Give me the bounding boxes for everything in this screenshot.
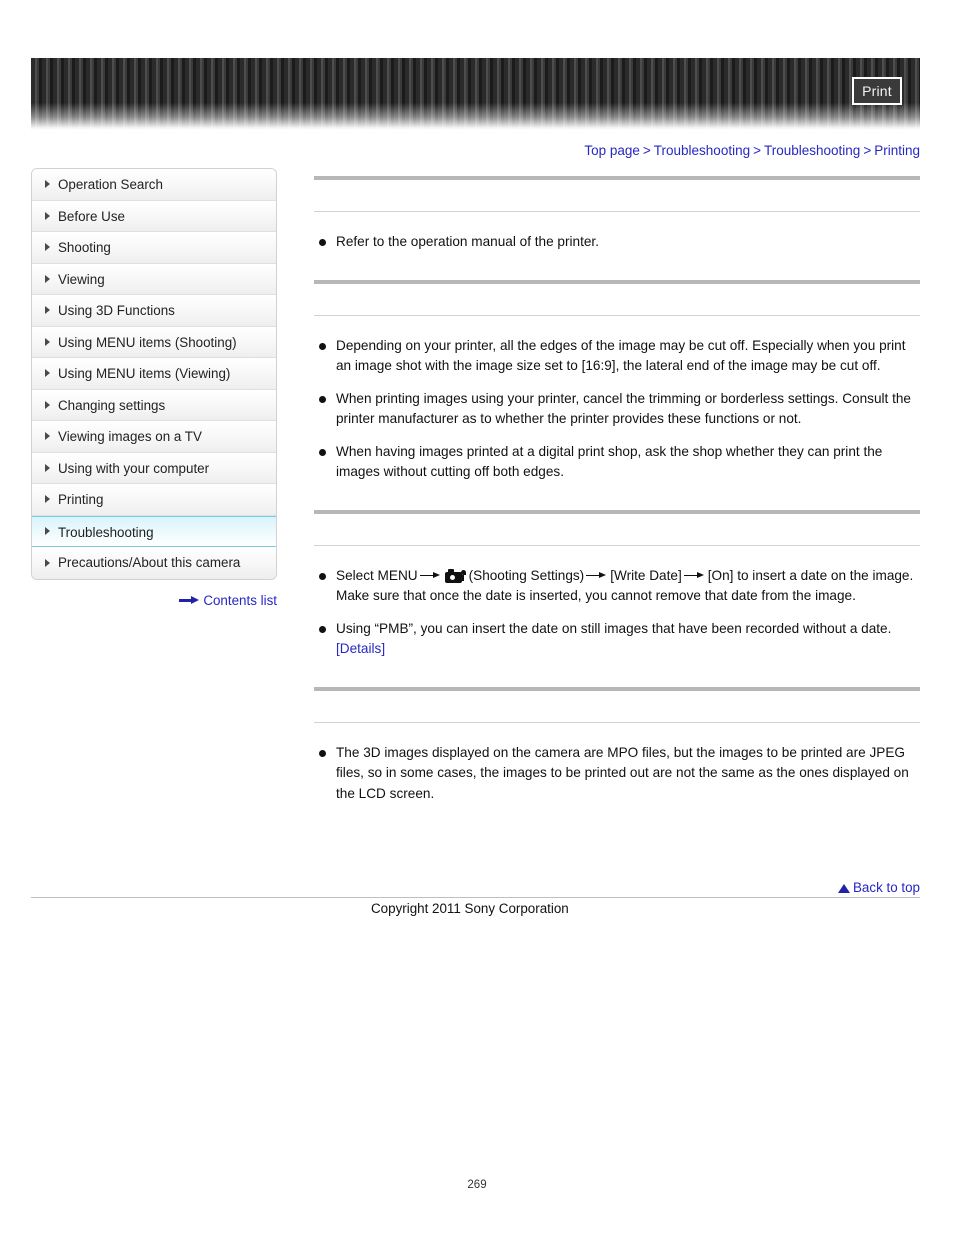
sidebar-item-using-menu-items-viewing[interactable]: Using MENU items (Viewing) <box>32 358 276 390</box>
copyright-text: Copyright 2011 Sony Corporation <box>371 901 569 916</box>
triangle-right-icon <box>45 180 50 189</box>
triangle-right-icon <box>45 243 50 252</box>
bullet-list-1: Refer to the operation manual of the pri… <box>314 232 920 253</box>
triangle-right-icon <box>45 558 50 567</box>
section-heading-1 <box>314 180 920 211</box>
sidebar-item-precautions-about-this-camera[interactable]: Precautions/About this camera <box>32 547 276 579</box>
triangle-right-icon <box>45 495 50 504</box>
footer-divider <box>31 897 920 898</box>
page-number: 269 <box>467 1179 487 1191</box>
triangle-right-icon <box>45 337 50 346</box>
arrow-right-icon <box>586 571 608 581</box>
menu-step-write-date: [Write Date] <box>610 567 682 583</box>
triangle-right-icon <box>45 400 50 409</box>
sidebar-item-using-with-your-computer[interactable]: Using with your computer <box>32 452 276 484</box>
arrow-right-icon <box>419 571 442 581</box>
print-button[interactable]: Print <box>852 77 902 105</box>
menu-step-prefix: Select MENU <box>336 567 418 583</box>
sidebar-item-label: Using MENU items (Viewing) <box>58 366 231 381</box>
contents-list-link[interactable]: Contents list <box>31 593 277 608</box>
list-item: Select MENU (Shooting Settings) [Write Dat… <box>314 566 920 607</box>
sidebar-item-label: Troubleshooting <box>58 524 154 540</box>
list-item: When having images printed at a digital … <box>314 442 920 483</box>
list-item: Depending on your printer, all the edges… <box>314 336 920 377</box>
sidebar-item-changing-settings[interactable]: Changing settings <box>32 389 276 421</box>
breadcrumb-separator: > <box>642 143 651 158</box>
list-item: The 3D images displayed on the camera ar… <box>314 743 920 805</box>
sidebar-item-label: Using MENU items (Shooting) <box>58 334 237 350</box>
triangle-up-icon <box>838 884 850 893</box>
triangle-right-icon <box>45 463 50 472</box>
back-to-top-label: Back to top <box>853 880 920 895</box>
list-item: When printing images using your printer,… <box>314 389 920 430</box>
section-heading-4 <box>314 691 920 722</box>
camera-shooting-settings-icon <box>444 568 467 583</box>
breadcrumb-separator: > <box>753 143 761 158</box>
breadcrumb: Top page > Troubleshooting > Troubleshooting… <box>584 143 920 158</box>
contents-list-label: Contents list <box>203 593 277 608</box>
menu-step-label: (Shooting Settings) <box>468 567 585 583</box>
sidebar-item-using-3d-functions[interactable]: Using 3D Functions <box>32 295 276 327</box>
sidebar-item-viewing-images-on-a-tv[interactable]: Viewing images on a TV <box>32 421 276 453</box>
arrow-right-icon <box>683 571 706 581</box>
sidebar-item-using-menu-items-shooting[interactable]: Using MENU items (Shooting) <box>32 326 276 358</box>
main-content: Refer to the operation manual of the pri… <box>314 176 920 804</box>
bullet-list-3: Select MENU (Shooting Settings) [Write Dat… <box>314 566 920 660</box>
sidebar-item-label: Using 3D Functions <box>58 303 175 318</box>
sidebar-item-shooting[interactable]: Shooting <box>32 232 276 264</box>
back-to-top-link[interactable]: Back to top <box>838 880 920 895</box>
sidebar-item-label: Using with your computer <box>58 460 210 476</box>
breadcrumb-item-troubleshooting-2[interactable]: Troubleshooting <box>764 143 860 158</box>
bullet-list-4: The 3D images displayed on the camera ar… <box>314 743 920 805</box>
sidebar-item-label: Viewing <box>58 271 105 287</box>
sidebar-item-printing[interactable]: Printing <box>32 484 276 516</box>
breadcrumb-separator: > <box>863 143 872 158</box>
sidebar-item-label: Precautions/About this camera <box>58 555 241 570</box>
triangle-right-icon <box>45 432 50 441</box>
sidebar-nav: Operation Search Before Use Shooting Vie… <box>31 168 277 580</box>
section-heading-2 <box>314 284 920 315</box>
triangle-right-icon <box>45 369 50 378</box>
arrow-right-icon <box>179 596 200 604</box>
triangle-right-icon <box>45 306 50 315</box>
triangle-right-icon <box>45 211 50 220</box>
bullet-list-2: Depending on your printer, all the edges… <box>314 336 920 483</box>
list-item: Using “PMB”, you can insert the date on … <box>314 619 920 660</box>
sidebar-item-label: Before Use <box>58 208 125 224</box>
sidebar-item-viewing[interactable]: Viewing <box>32 263 276 295</box>
sidebar-item-label: Shooting <box>58 240 111 255</box>
breadcrumb-item-troubleshooting-1[interactable]: Troubleshooting <box>654 143 750 158</box>
sidebar-item-label: Printing <box>58 492 104 507</box>
section-heading-3 <box>314 514 920 545</box>
sidebar-item-label: Operation Search <box>58 177 163 192</box>
sidebar-item-before-use[interactable]: Before Use <box>32 200 276 232</box>
details-link[interactable]: [Details] <box>336 641 385 656</box>
triangle-right-icon <box>45 527 50 536</box>
sidebar-item-troubleshooting[interactable]: Troubleshooting <box>32 515 276 547</box>
breadcrumb-item-printing[interactable]: Printing <box>874 143 920 158</box>
breadcrumb-item-top-page[interactable]: Top page <box>584 143 640 158</box>
triangle-right-icon <box>45 274 50 283</box>
list-item: Refer to the operation manual of the pri… <box>314 232 920 253</box>
sidebar-item-label: Changing settings <box>58 397 166 413</box>
sidebar-item-label: Viewing images on a TV <box>58 429 202 444</box>
list-item-text: Using “PMB”, you can insert the date on … <box>336 620 892 636</box>
sidebar-item-operation-search[interactable]: Operation Search <box>32 169 276 201</box>
header-banner: Print <box>31 58 920 130</box>
